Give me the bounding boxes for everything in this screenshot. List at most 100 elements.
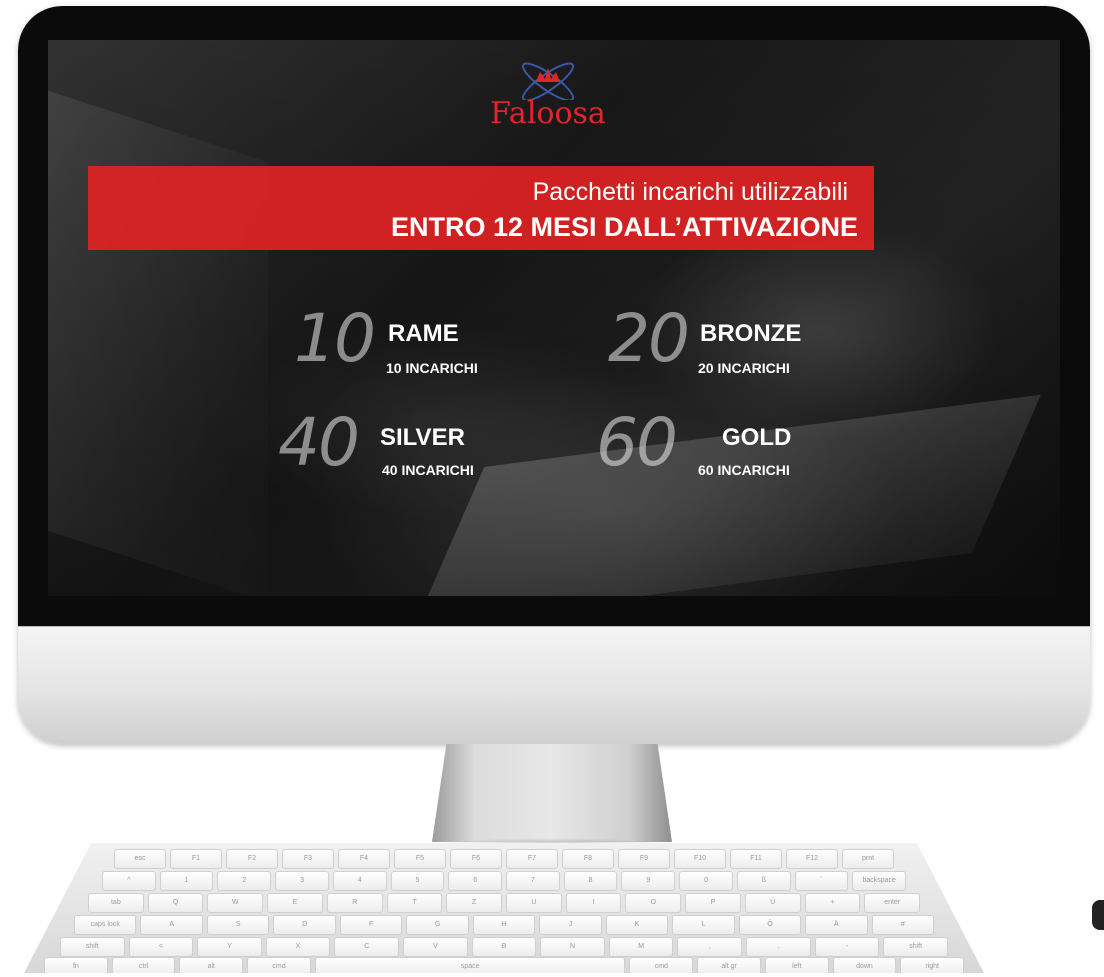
keyboard-row-space: fn ctrl alt cmd space cmd alt gr left down right xyxy=(24,957,984,973)
keyboard-key[interactable]: - xyxy=(814,937,880,957)
keyboard-key[interactable]: M xyxy=(608,937,674,957)
mouse-edge xyxy=(1092,900,1104,930)
keyboard-key[interactable]: G xyxy=(406,915,469,935)
keyboard-key[interactable]: F12 xyxy=(786,849,838,869)
keyboard-row-function: esc F1 F2 F3 F4 F5 F6 F7 F8 F9 F10 F11 F12 prnt xyxy=(24,849,984,869)
keyboard-key[interactable]: U xyxy=(506,893,562,913)
keyboard-key[interactable]: F1 xyxy=(170,849,222,869)
keyboard-key[interactable]: enter xyxy=(864,893,921,913)
keyboard-key[interactable]: A xyxy=(140,915,203,935)
faloosa-logo: Faloosa xyxy=(468,60,628,131)
keyboard-key[interactable]: E xyxy=(267,893,323,913)
keyboard-key[interactable]: Ö xyxy=(738,915,802,935)
keyboard-key[interactable]: cmd xyxy=(247,957,311,973)
keyboard-key[interactable]: tab xyxy=(88,893,144,913)
keyboard-key[interactable]: 1 xyxy=(159,871,214,891)
keyboard-key[interactable]: O xyxy=(625,893,682,913)
keyboard-key[interactable]: < xyxy=(128,937,194,957)
keyboard-key[interactable]: # xyxy=(871,915,935,935)
keyboard-key[interactable]: W xyxy=(207,893,264,913)
keyboard-key[interactable]: Ä xyxy=(805,915,868,935)
keyboard-key[interactable]: F9 xyxy=(618,849,670,869)
keyboard-key[interactable]: S xyxy=(206,915,270,935)
keyboard-key[interactable]: F xyxy=(339,915,403,935)
keyboard-key[interactable]: caps lock xyxy=(74,915,137,935)
keyboard-key[interactable]: 3 xyxy=(275,871,329,891)
keyboard-key[interactable]: I xyxy=(565,893,622,913)
keyboard-key[interactable]: 9 xyxy=(621,871,676,891)
keyboard-key[interactable]: F11 xyxy=(730,849,782,869)
keyboard-key[interactable]: F4 xyxy=(338,849,390,869)
keyboard-key[interactable]: P xyxy=(685,893,741,913)
crown-atom-icon xyxy=(522,62,574,100)
keyboard-key[interactable]: cmd xyxy=(629,957,694,973)
package-gold: 60 GOLD 60 INCARICHI xyxy=(596,404,876,484)
keyboard-key[interactable]: , xyxy=(677,937,743,957)
keyboard-key[interactable]: Q xyxy=(147,893,204,913)
keyboard-key[interactable]: 2 xyxy=(217,871,272,891)
keyboard-key[interactable]: F8 xyxy=(562,849,614,869)
keyboard-key[interactable]: space xyxy=(314,957,626,973)
keyboard-key[interactable]: ctrl xyxy=(111,957,176,973)
keyboard-key[interactable]: 5 xyxy=(390,871,445,891)
keyboard-key[interactable]: + xyxy=(804,893,861,913)
keyboard-key[interactable]: H xyxy=(472,915,536,935)
banner-title: ENTRO 12 MESI DALL’ATTIVAZIONE xyxy=(390,212,858,242)
keyboard-key[interactable]: F6 xyxy=(450,849,502,869)
monitor-stand xyxy=(432,744,672,842)
keyboard-key[interactable]: F2 xyxy=(226,849,278,869)
package-number: 10 xyxy=(294,300,376,377)
keyboard-key[interactable]: shift xyxy=(60,937,125,957)
keyboard-key[interactable]: F10 xyxy=(674,849,726,869)
package-name: RAME xyxy=(388,320,459,347)
keyboard-key[interactable]: Y xyxy=(197,937,262,957)
keyboard-row-numbers: ^ 1 2 3 4 5 6 7 8 9 0 ß ´ backspace xyxy=(24,871,984,891)
package-name: GOLD xyxy=(722,424,792,451)
keyboard-key[interactable]: Z xyxy=(446,893,503,913)
keyboard-row-home: caps lock A S D F G H J K L Ö Ä # xyxy=(24,915,984,935)
monitor-chin xyxy=(18,626,1090,744)
keyboard-key[interactable]: F3 xyxy=(282,849,334,869)
keyboard-key[interactable]: esc xyxy=(114,849,166,869)
keyboard-key[interactable]: F7 xyxy=(506,849,558,869)
package-subtitle: 10 INCARICHI xyxy=(386,360,478,376)
keyboard-key[interactable]: right xyxy=(900,957,965,973)
keyboard-key[interactable]: ^ xyxy=(102,871,156,891)
keyboard-key[interactable]: J xyxy=(539,915,602,935)
keyboard-key[interactable]: B xyxy=(471,937,537,957)
keyboard-key[interactable]: alt gr xyxy=(697,957,761,973)
package-number: 20 xyxy=(608,300,690,377)
keyboard-key[interactable]: 4 xyxy=(332,871,387,891)
keyboard-key[interactable]: alt xyxy=(179,957,244,973)
keyboard-key[interactable]: . xyxy=(746,937,811,957)
monitor-bezel: Faloosa Pacchetti incarichi utilizzabili… xyxy=(18,6,1090,626)
keyboard-key[interactable]: 8 xyxy=(563,871,618,891)
keyboard-key[interactable]: F5 xyxy=(394,849,446,869)
keyboard-key[interactable]: D xyxy=(273,915,336,935)
keyboard-key[interactable]: X xyxy=(265,937,331,957)
keyboard-key[interactable]: left xyxy=(764,957,829,973)
keyboard-key[interactable]: T xyxy=(386,893,443,913)
keyboard-key[interactable]: V xyxy=(403,937,468,957)
keyboard-key[interactable]: shift xyxy=(883,937,948,957)
keyboard-key[interactable]: Ü xyxy=(744,893,801,913)
keyboard-key[interactable]: fn xyxy=(44,957,108,973)
keyboard-key[interactable]: ß xyxy=(736,871,791,891)
keyboard-key[interactable]: prnt xyxy=(842,849,894,869)
package-number: 60 xyxy=(596,404,678,481)
keyboard-key[interactable]: K xyxy=(605,915,669,935)
keyboard-key[interactable]: R xyxy=(326,893,383,913)
screen-display: Faloosa Pacchetti incarichi utilizzabili… xyxy=(48,40,1060,596)
keyboard-key[interactable]: backspace xyxy=(852,871,907,891)
keyboard-key[interactable]: 0 xyxy=(679,871,733,891)
keyboard-key[interactable]: N xyxy=(540,937,605,957)
keyboard-key[interactable]: L xyxy=(672,915,735,935)
keyboard-row-top-letters: tab Q W E R T Z U I O P Ü + enter xyxy=(24,893,984,913)
package-subtitle: 60 INCARICHI xyxy=(698,462,790,478)
keyboard-key[interactable]: 7 xyxy=(506,871,560,891)
banner-subtitle: Pacchetti incarichi utilizzabili xyxy=(532,178,848,206)
keyboard-key[interactable]: C xyxy=(334,937,400,957)
keyboard-key[interactable]: 6 xyxy=(448,871,503,891)
keyboard-key[interactable]: down xyxy=(832,957,897,973)
keyboard-key[interactable]: ´ xyxy=(794,871,849,891)
